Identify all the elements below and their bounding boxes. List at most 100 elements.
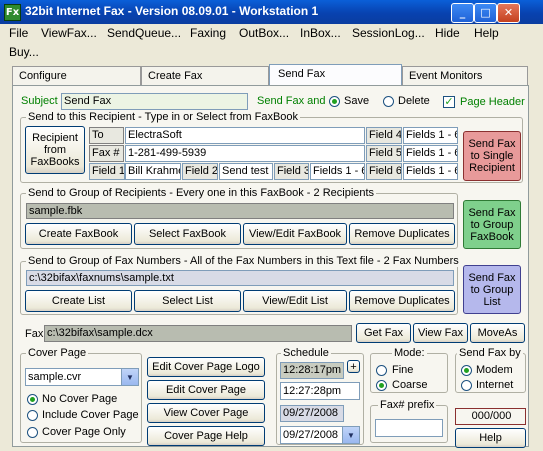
- send-group-faxbook-button[interactable]: Send Fax to Group FaxBook: [463, 200, 521, 249]
- send-by-title: Send Fax by: [457, 347, 523, 359]
- coarse-label: Coarse: [392, 379, 428, 391]
- remove-duplicates-faxbook-button[interactable]: Remove Duplicates: [349, 223, 455, 245]
- minimize-button[interactable]: _: [451, 3, 474, 23]
- internet-radio[interactable]: [461, 380, 472, 391]
- menu-help[interactable]: Help: [474, 26, 499, 40]
- field5-input[interactable]: Fields 1 - 6: [403, 145, 458, 162]
- get-fax-button[interactable]: Get Fax: [356, 323, 411, 343]
- schedule-time-input[interactable]: 12:27:28pm: [280, 382, 360, 400]
- tab-strip: Configure Create Fax Send Fax Event Moni…: [12, 64, 529, 86]
- fax-counter: 000/000: [455, 408, 526, 425]
- create-faxbook-button[interactable]: Create FaxBook: [25, 223, 132, 245]
- schedule-title: Schedule: [281, 347, 331, 359]
- recipient-from-faxbooks-button[interactable]: Recipient from FaxBooks: [25, 126, 85, 174]
- schedule-time-display: 12:28:17pm: [280, 362, 344, 379]
- tab-create-fax[interactable]: Create Fax: [141, 66, 269, 86]
- menu-sessionlog[interactable]: SessionLog...: [352, 26, 425, 40]
- field3-input[interactable]: Fields 1 - 6: [310, 163, 365, 180]
- send-group-list-button[interactable]: Send Fax to Group List: [463, 265, 521, 314]
- field2-label: Field 2: [182, 163, 218, 180]
- maximize-button[interactable]: □: [474, 3, 497, 23]
- menu-inbox[interactable]: InBox...: [300, 26, 341, 40]
- include-cover-page-label: Include Cover Page: [42, 409, 139, 421]
- delete-radio-label: Delete: [398, 95, 430, 107]
- fax-prefix-title: Fax# prefix: [378, 399, 437, 411]
- to-input[interactable]: ElectraSoft: [125, 127, 365, 144]
- close-button[interactable]: ✕: [497, 3, 520, 23]
- fax-file-label: Fax: [25, 328, 44, 340]
- cover-page-select[interactable]: sample.cvr ▼: [25, 368, 139, 386]
- schedule-date-value: 09/27/2008: [283, 429, 339, 441]
- menu-outbox[interactable]: OutBox...: [239, 26, 289, 40]
- help-button[interactable]: Help: [455, 428, 526, 448]
- select-list-button[interactable]: Select List: [134, 290, 241, 312]
- field1-input[interactable]: Bill Krahme: [125, 163, 181, 180]
- menu-bar: File ViewFax... SendQueue... Faxing OutB…: [0, 24, 543, 62]
- cover-page-only-label: Cover Page Only: [42, 426, 126, 438]
- save-radio[interactable]: [329, 96, 340, 107]
- internet-label: Internet: [476, 379, 514, 391]
- field2-input[interactable]: Send test I: [219, 163, 273, 180]
- menu-hide[interactable]: Hide: [435, 26, 460, 40]
- field4-input[interactable]: Fields 1 - 6: [403, 127, 458, 144]
- coarse-radio[interactable]: [376, 380, 387, 391]
- field6-label: Field 6: [366, 163, 402, 180]
- to-label: To: [89, 127, 124, 144]
- create-list-button[interactable]: Create List: [25, 290, 132, 312]
- fax-number-label: Fax #: [89, 145, 124, 162]
- cover-page-select-value: sample.cvr: [28, 371, 82, 383]
- menu-file[interactable]: File: [9, 26, 28, 40]
- page-header-checkbox[interactable]: ✓: [443, 96, 455, 108]
- save-radio-label: Save: [344, 95, 370, 107]
- group-numbers-title: Send to Group of Fax Numbers - All of th…: [26, 255, 461, 267]
- tab-event-monitors[interactable]: Event Monitors: [402, 66, 528, 86]
- fax-prefix-input[interactable]: [375, 419, 443, 437]
- select-faxbook-button[interactable]: Select FaxBook: [134, 223, 241, 245]
- fax-numbers-file-field[interactable]: c:\32bifax\faxnums\sample.txt: [26, 270, 454, 286]
- edit-cover-page-button[interactable]: Edit Cover Page: [147, 380, 265, 400]
- no-cover-page-radio[interactable]: [27, 394, 38, 405]
- field4-label: Field 4: [366, 127, 402, 144]
- chevron-down-icon[interactable]: ▼: [342, 427, 359, 443]
- tab-send-fax[interactable]: Send Fax: [269, 64, 402, 86]
- schedule-plus-button[interactable]: +: [347, 360, 360, 373]
- fine-radio[interactable]: [376, 365, 387, 376]
- field3-label: Field 3: [274, 163, 309, 180]
- field1-label: Field 1: [89, 163, 125, 180]
- fax-number-input[interactable]: 1-281-499-5939: [125, 145, 365, 162]
- menu-faxing[interactable]: Faxing: [190, 26, 226, 40]
- remove-duplicates-list-button[interactable]: Remove Duplicates: [349, 290, 455, 312]
- schedule-date-display: 09/27/2008: [280, 405, 344, 422]
- view-edit-list-button[interactable]: View/Edit List: [243, 290, 347, 312]
- edit-cover-page-logo-button[interactable]: Edit Cover Page Logo: [147, 357, 265, 377]
- view-edit-faxbook-button[interactable]: View/Edit FaxBook: [243, 223, 347, 245]
- title-bar[interactable]: Fx 32bit Internet Fax - Version 08.09.01…: [0, 0, 543, 24]
- send-fax-and-label: Send Fax and: [257, 95, 326, 107]
- page-header-label: Page Header: [460, 96, 525, 108]
- recipient-group-title: Send to this Recipient - Type in or Sele…: [26, 111, 301, 123]
- menu-buy[interactable]: Buy...: [9, 45, 39, 59]
- delete-radio[interactable]: [383, 96, 394, 107]
- include-cover-page-radio[interactable]: [27, 410, 38, 421]
- field6-input[interactable]: Fields 1 - 6: [403, 163, 458, 180]
- menu-sendqueue[interactable]: SendQueue...: [107, 26, 181, 40]
- schedule-date-select[interactable]: 09/27/2008 ▼: [280, 426, 360, 444]
- moveas-button[interactable]: MoveAs: [470, 323, 525, 343]
- chevron-down-icon[interactable]: ▼: [121, 369, 138, 385]
- cover-page-help-button[interactable]: Cover Page Help: [147, 426, 265, 446]
- menu-viewfax[interactable]: ViewFax...: [41, 26, 97, 40]
- cover-page-only-radio[interactable]: [27, 427, 38, 438]
- fax-file-field[interactable]: c:\32bifax\sample.dcx: [44, 325, 352, 342]
- faxbook-file-field[interactable]: sample.fbk: [26, 203, 454, 219]
- cover-page-title: Cover Page: [26, 347, 89, 359]
- send-single-recipient-button[interactable]: Send Fax to Single Recipient: [463, 131, 521, 181]
- group-recipients-title: Send to Group of Recipients - Every one …: [26, 187, 377, 199]
- fine-label: Fine: [392, 364, 414, 376]
- view-fax-button[interactable]: View Fax: [413, 323, 468, 343]
- window-title: 32bit Internet Fax - Version 08.09.01 - …: [25, 4, 319, 18]
- tab-configure[interactable]: Configure: [12, 66, 141, 86]
- subject-input[interactable]: Send Fax: [61, 93, 248, 110]
- mode-title: Mode:: [392, 347, 427, 359]
- modem-radio[interactable]: [461, 365, 472, 376]
- view-cover-page-button[interactable]: View Cover Page: [147, 403, 265, 423]
